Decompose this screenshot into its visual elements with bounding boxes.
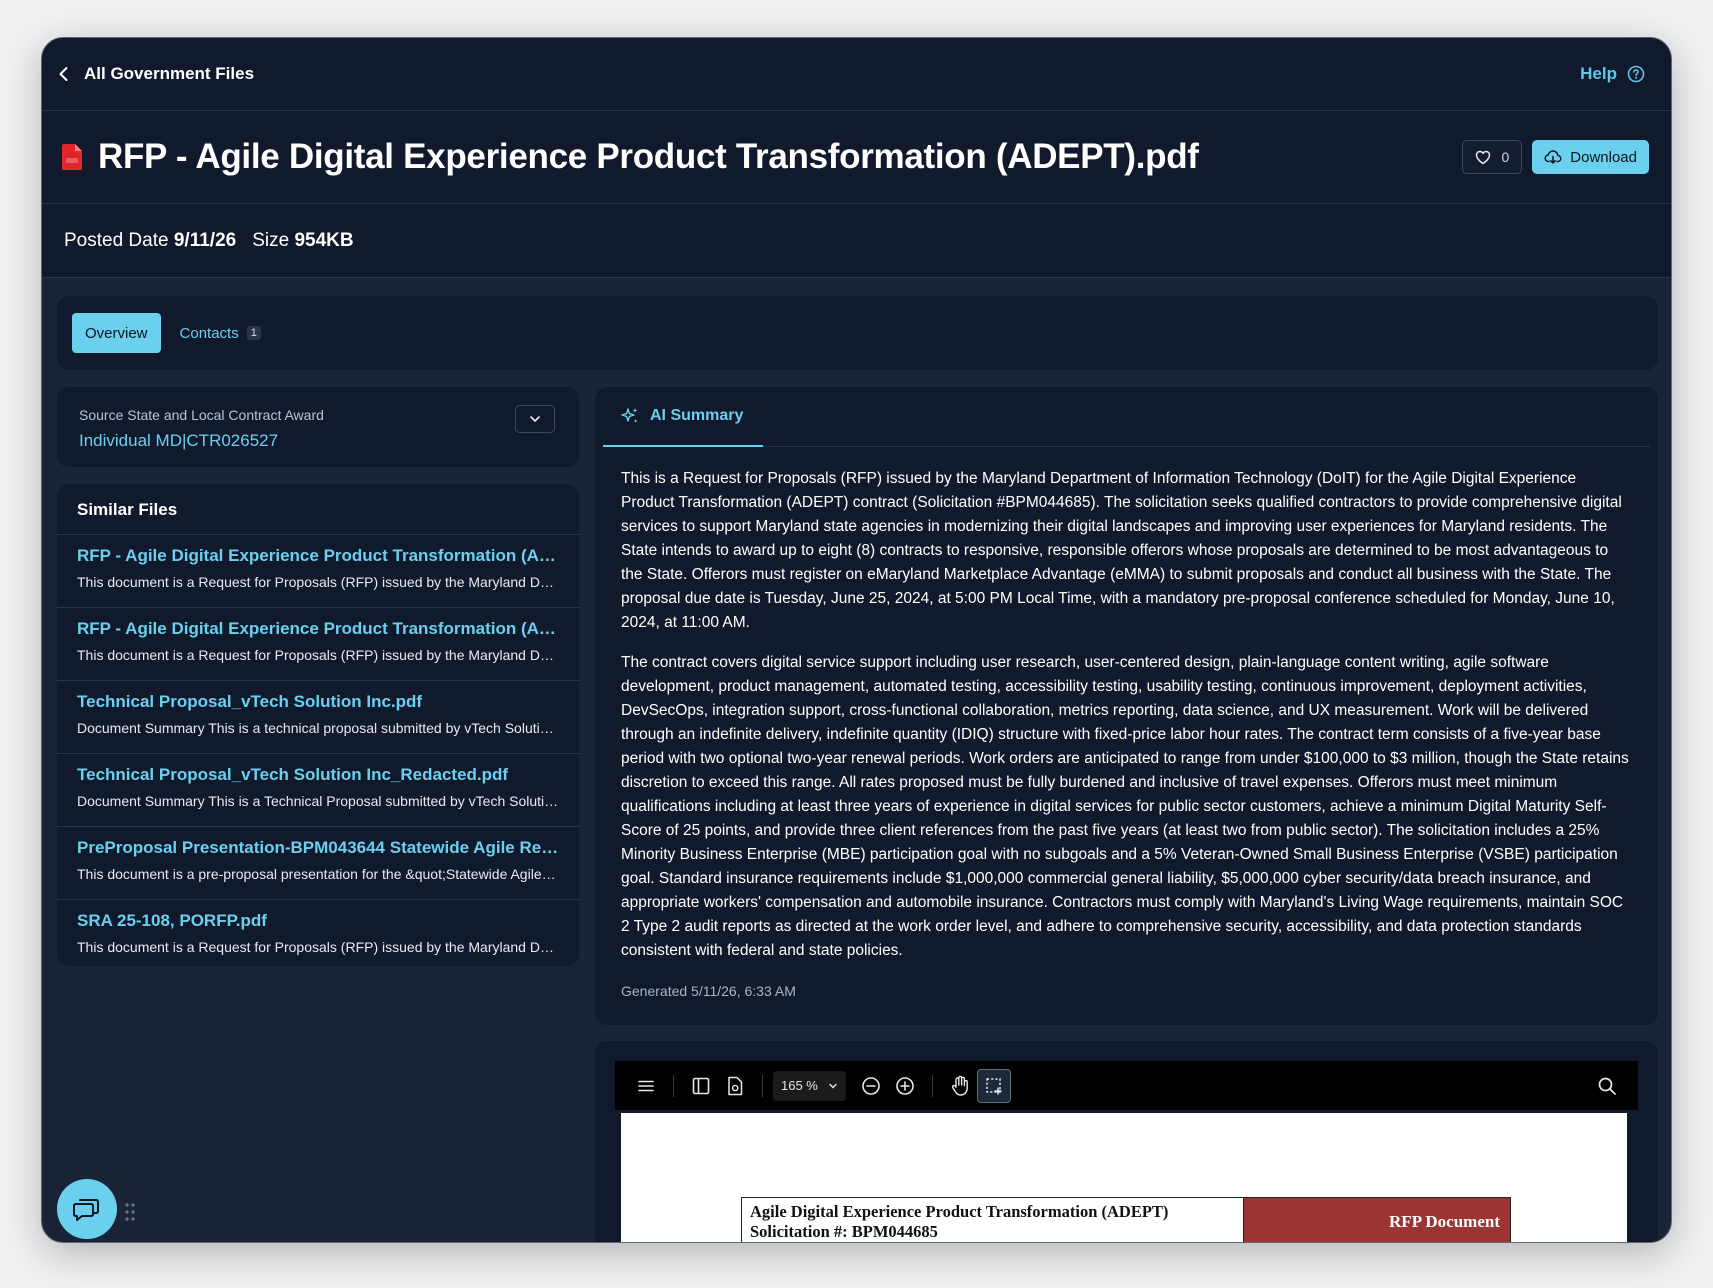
summary-body: This is a Request for Proposals (RFP) is… <box>595 447 1658 1003</box>
zoom-value: 165 % <box>781 1078 818 1093</box>
search-button[interactable] <box>1590 1069 1624 1103</box>
similar-file-title: PreProposal Presentation-BPM043644 State… <box>77 838 559 857</box>
zoom-in-icon <box>896 1076 914 1095</box>
select-tool-button[interactable] <box>976 1068 1011 1103</box>
document-actions: 0 Download <box>1462 140 1649 174</box>
pdf-header-badge: RFP Document <box>1244 1198 1510 1242</box>
ai-summary-panel: AI Summary This is a Request for Proposa… <box>595 387 1658 1025</box>
document-header: RFP - Agile Digital Experience Product T… <box>42 111 1671 204</box>
tab-ai-summary[interactable]: AI Summary <box>603 387 763 447</box>
similar-files-panel: Similar Files RFP - Agile Digital Experi… <box>57 484 579 966</box>
list-item[interactable]: Technical Proposal_vTech Solution Inc_Re… <box>57 753 579 826</box>
list-item[interactable]: RFP - Agile Digital Experience Product T… <box>57 607 579 680</box>
help-link[interactable]: Help <box>1580 64 1645 84</box>
back-link-label: All Government Files <box>84 64 255 83</box>
similar-file-desc: This document is a Request for Proposals… <box>77 574 559 590</box>
similar-file-title: RFP - Agile Digital Experience Product T… <box>77 619 559 638</box>
similar-file-desc: This document is a Request for Proposals… <box>77 647 559 663</box>
hand-icon <box>951 1075 968 1096</box>
similar-file-title: Technical Proposal_vTech Solution Inc.pd… <box>77 692 423 711</box>
help-circle-icon <box>1627 65 1645 83</box>
chevron-down-icon <box>829 1083 837 1088</box>
search-icon <box>1598 1077 1616 1095</box>
page-settings-icon <box>728 1076 743 1095</box>
download-button[interactable]: Download <box>1532 140 1649 174</box>
help-label: Help <box>1580 64 1617 83</box>
similar-file-desc: Document Summary This is a technical pro… <box>77 720 559 736</box>
pan-tool-button[interactable] <box>943 1069 977 1103</box>
pdf-viewer-panel: 165 % Agile Digital Experience Product T… <box>595 1041 1658 1242</box>
similar-file-desc: Document Summary This is a Technical Pro… <box>77 793 559 809</box>
menu-icon <box>638 1080 654 1091</box>
similar-file-title: RFP - Agile Digital Experience Product T… <box>77 546 559 565</box>
source-value: Individual MD|CTR026527 <box>79 431 279 450</box>
tab-overview[interactable]: Overview <box>72 313 161 353</box>
pdf-header-line1: Agile Digital Experience Product Transfo… <box>750 1202 1169 1221</box>
sidebar-toggle-button[interactable] <box>684 1069 718 1103</box>
tab-overview-label: Overview <box>85 324 148 342</box>
document-title-group: RFP - Agile Digital Experience Product T… <box>62 137 1199 177</box>
pdf-toolbar: 165 % <box>615 1061 1638 1110</box>
page-settings-button[interactable] <box>718 1069 752 1103</box>
tab-bar: Overview Contacts 1 <box>57 296 1658 370</box>
toolbar-divider <box>931 1074 933 1097</box>
ai-summary-tab-label: AI Summary <box>650 407 744 424</box>
zoom-in-button[interactable] <box>888 1069 922 1103</box>
document-meta: Posted Date 9/11/26 Size 954KB <box>42 204 1671 278</box>
summary-paragraph: This is a Request for Proposals (RFP) is… <box>621 470 1622 631</box>
pdf-file-icon <box>62 144 82 170</box>
file-size: Size 954KB <box>252 230 353 252</box>
source-label: Source State and Local Contract Award <box>79 407 324 423</box>
zoom-out-button[interactable] <box>854 1069 888 1103</box>
heart-icon <box>1476 150 1491 164</box>
file-size-label: Size <box>252 229 290 251</box>
similar-file-title: Technical Proposal_vTech Solution Inc_Re… <box>77 765 509 784</box>
list-item[interactable]: RFP - Agile Digital Experience Product T… <box>57 534 579 607</box>
sidebar-icon <box>692 1077 710 1094</box>
posted-date-value: 9/11/26 <box>173 229 237 251</box>
back-link[interactable]: All Government Files <box>54 64 254 84</box>
file-size-value: 954KB <box>294 229 354 251</box>
chevron-down-icon <box>530 416 540 422</box>
top-bar: All Government Files Help <box>42 38 1671 111</box>
favorite-button[interactable]: 0 <box>1462 140 1523 174</box>
similar-files-heading: Similar Files <box>77 500 178 519</box>
toolbar-divider <box>762 1074 763 1097</box>
page-title: RFP - Agile Digital Experience Product T… <box>98 137 1199 176</box>
tab-contacts-label: Contacts <box>179 324 239 342</box>
similar-file-desc: This document is a Request for Proposals… <box>77 939 559 955</box>
list-item[interactable]: PreProposal Presentation-BPM043644 State… <box>57 826 579 899</box>
download-label: Download <box>1570 148 1637 166</box>
source-card: Source State and Local Contract Award In… <box>57 387 579 467</box>
posted-date: Posted Date 9/11/26 <box>64 230 236 252</box>
contacts-count-badge: 1 <box>246 326 261 340</box>
drag-handle-icon[interactable] <box>124 1202 136 1222</box>
toolbar-divider <box>673 1074 674 1097</box>
posted-date-label: Posted Date <box>64 229 169 251</box>
pdf-page: Agile Digital Experience Product Transfo… <box>621 1113 1627 1242</box>
pdf-header-box: Agile Digital Experience Product Transfo… <box>741 1197 1511 1242</box>
sparkle-icon <box>621 408 638 423</box>
chat-icon <box>73 1199 99 1221</box>
pdf-header-text: Agile Digital Experience Product Transfo… <box>742 1198 1244 1242</box>
tab-contacts[interactable]: Contacts 1 <box>167 313 274 353</box>
pdf-header-line2: Solicitation #: BPM044685 <box>750 1222 938 1241</box>
similar-file-desc: This document is a pre-proposal presenta… <box>77 866 559 882</box>
zoom-select[interactable]: 165 % <box>773 1070 846 1101</box>
cloud-download-icon <box>1544 150 1562 164</box>
menu-button[interactable] <box>629 1069 663 1103</box>
list-item[interactable]: SRA 25-108, PORFP.pdf This document is a… <box>57 899 579 966</box>
generated-timestamp: Generated 5/11/26, 6:33 AM <box>621 983 796 999</box>
source-expand-button[interactable] <box>515 405 555 433</box>
selection-icon <box>986 1077 1002 1095</box>
chat-button[interactable] <box>57 1179 117 1239</box>
similar-file-title: SRA 25-108, PORFP.pdf <box>77 911 267 930</box>
chevron-left-icon <box>59 67 68 81</box>
favorite-count: 0 <box>1501 149 1510 165</box>
summary-tab-bar: AI Summary <box>603 387 1650 447</box>
zoom-out-icon <box>862 1076 880 1095</box>
app-window: All Government Files Help RFP - Agile Di… <box>41 37 1672 1243</box>
summary-paragraph: The contract covers digital service supp… <box>621 654 1629 959</box>
list-item[interactable]: Technical Proposal_vTech Solution Inc.pd… <box>57 680 579 753</box>
